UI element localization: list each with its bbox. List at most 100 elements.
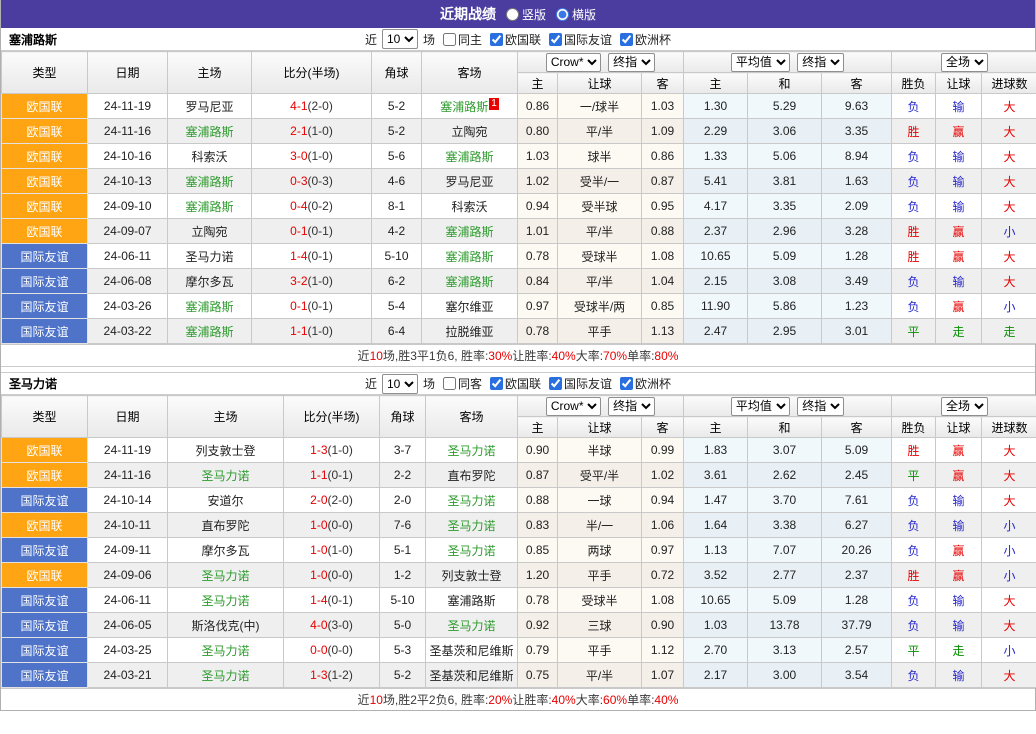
avg-draw-odds: 3.81 — [747, 168, 823, 194]
full-score: 0-3 — [290, 174, 308, 188]
crow-home-odds: 0.78 — [517, 318, 558, 344]
league-checkbox-nations[interactable] — [490, 32, 503, 46]
half-score: (1-0) — [327, 443, 353, 457]
crow-handicap: 受平/半 — [557, 462, 642, 488]
half-score: (0-1) — [327, 468, 353, 482]
league-checkbox-friendly[interactable] — [549, 32, 563, 46]
avg-home-odds: 1.83 — [683, 437, 749, 463]
scope-select[interactable]: 全场 — [941, 396, 989, 416]
avg-away-odds: 3.01 — [821, 318, 893, 344]
corner-score: 3-7 — [379, 437, 426, 463]
full-score: 1-3 — [310, 668, 328, 682]
crow-handicap: 半/一 — [557, 512, 642, 538]
result-outcome: 胜 — [891, 562, 937, 588]
home-team: 塞浦路斯 — [167, 168, 252, 194]
vertical-layout-radio[interactable] — [505, 7, 519, 21]
away-team: 塞浦路斯 — [421, 143, 518, 169]
full-score: 4-1 — [290, 99, 308, 113]
avg-draw-odds: 5.09 — [747, 587, 823, 613]
match-row: 国际友谊 24-06-05 斯洛伐克(中) 4-0(3-0) 5-0 圣马力诺 0.92 三球… — [1, 612, 1036, 638]
away-team: 立陶宛 — [421, 118, 518, 144]
half-score: (1-0) — [307, 149, 333, 163]
horizontal-layout-radio[interactable] — [556, 7, 569, 21]
avg-stage-select[interactable]: 终指 — [797, 52, 845, 72]
avg-odds-select[interactable]: 平均值 — [730, 52, 790, 72]
match-row: 欧国联 24-10-13 塞浦路斯 0-3(0-3) 4-6 罗马尼亚 1.02 受半/一 0.… — [1, 168, 1036, 194]
crow-home-odds: 0.79 — [517, 637, 558, 663]
full-score: 2-1 — [290, 124, 308, 138]
crow-handicap: 受球半 — [557, 587, 642, 613]
score-cell: 1-0(0-0) — [283, 512, 380, 538]
full-score: 2-0 — [310, 493, 328, 507]
away-team: 圣马力诺 — [425, 487, 518, 513]
subcol-avg-draw: 和 — [747, 416, 823, 438]
match-date: 24-06-05 — [87, 612, 168, 638]
col-type: 类型 — [1, 51, 88, 94]
result-handicap: 走 — [935, 637, 983, 663]
match-count-select[interactable]: 10 — [381, 373, 418, 394]
away-team: 拉脱维亚 — [421, 318, 518, 344]
half-score: (2-0) — [327, 493, 353, 507]
league-checkbox-friendly[interactable] — [549, 377, 563, 390]
away-team-name: 塞浦路斯 — [440, 99, 489, 114]
result-outcome: 负 — [891, 193, 937, 219]
summary-segment: 近 — [357, 693, 370, 707]
horizontal-layout-option[interactable]: 横版 — [556, 6, 596, 23]
result-goals: 大 — [981, 437, 1036, 463]
home-team: 圣马力诺 — [167, 462, 284, 488]
avg-stage-select[interactable]: 终指 — [797, 396, 845, 416]
scope-select[interactable]: 全场 — [941, 52, 989, 72]
col-away: 客场 — [421, 51, 518, 94]
full-score: 0-1 — [290, 224, 308, 238]
avg-away-odds: 6.27 — [821, 512, 893, 538]
corner-score: 5-0 — [379, 612, 426, 638]
result-goals: 小 — [981, 512, 1036, 538]
avg-draw-odds: 2.77 — [747, 562, 823, 588]
crow-handicap: 平手 — [557, 637, 642, 663]
match-count-select[interactable]: 10 — [381, 29, 418, 49]
crow-home-odds: 0.80 — [517, 118, 558, 144]
subcol-res-handicap: 让球 — [935, 72, 983, 94]
home-team: 圣马力诺 — [167, 587, 284, 613]
match-date: 24-10-11 — [87, 512, 168, 538]
odds-provider-select[interactable]: Crow* — [545, 396, 601, 416]
match-date: 24-11-19 — [87, 93, 168, 119]
avg-odds-select[interactable]: 平均值 — [730, 396, 790, 416]
corner-score: 1-2 — [379, 562, 426, 588]
away-team: 列支敦士登 — [425, 562, 518, 588]
odds-provider-select[interactable]: Crow* — [545, 52, 601, 72]
result-outcome: 负 — [891, 268, 937, 294]
league-checkbox-nations[interactable] — [490, 377, 503, 390]
subcol-away-odds: 客 — [640, 72, 685, 94]
games-label: 场 — [422, 377, 435, 391]
result-handicap: 赢 — [935, 562, 983, 588]
match-date: 24-03-21 — [87, 662, 168, 688]
league-checkbox-euro[interactable] — [620, 32, 634, 46]
result-goals: 大 — [981, 93, 1036, 119]
result-outcome: 负 — [891, 293, 937, 319]
col-corner: 角球 — [379, 395, 426, 438]
avg-draw-odds: 5.86 — [747, 293, 823, 319]
league-badge: 欧国联 — [1, 512, 88, 538]
summary-segment: 单率: — [627, 693, 655, 707]
league-checkbox-euro[interactable] — [620, 377, 634, 390]
avg-draw-odds: 3.00 — [747, 662, 823, 688]
odds-stage-select[interactable]: 终指 — [608, 396, 656, 416]
full-score: 0-4 — [290, 199, 308, 213]
result-outcome: 胜 — [891, 118, 937, 144]
col-score: 比分(半场) — [251, 51, 372, 94]
same-venue-checkbox[interactable] — [442, 32, 456, 46]
away-team-name: 塞浦路斯 — [447, 593, 496, 608]
odds-stage-select[interactable]: 终指 — [608, 52, 656, 72]
subcol-avg-draw: 和 — [747, 72, 823, 94]
vertical-layout-option[interactable]: 竖版 — [505, 6, 546, 23]
result-handicap: 赢 — [935, 537, 983, 563]
match-date: 24-10-16 — [87, 143, 168, 169]
match-row: 国际友谊 24-06-11 圣马力诺 1-4(0-1) 5-10 塞浦路斯 0.78 受球半 1… — [1, 587, 1036, 613]
crow-home-odds: 1.03 — [517, 143, 558, 169]
avg-draw-odds: 5.09 — [747, 243, 823, 269]
result-goals: 小 — [981, 293, 1036, 319]
crow-away-odds: 1.13 — [640, 318, 685, 344]
same-venue-checkbox[interactable] — [442, 377, 456, 390]
crow-handicap: 受半球 — [557, 193, 642, 219]
